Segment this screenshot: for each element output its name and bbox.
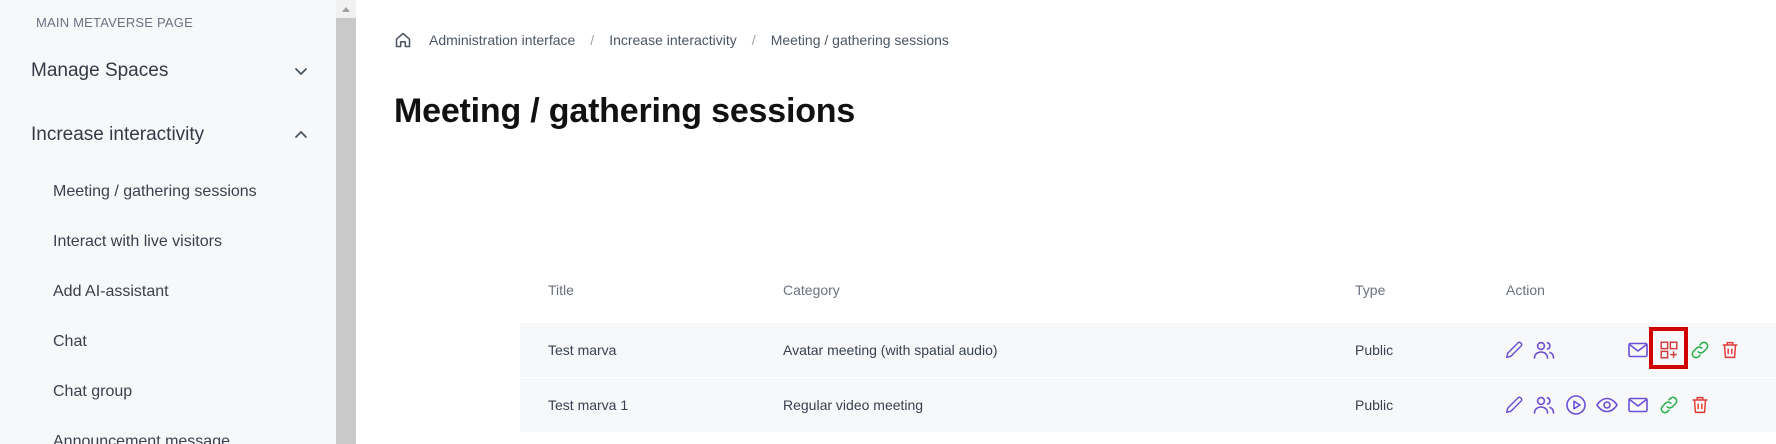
- breadcrumb-item-current: Meeting / gathering sessions: [770, 32, 949, 48]
- users-icon[interactable]: [1532, 338, 1556, 362]
- table-row: Test marva Avatar meeting (with spatial …: [520, 323, 1776, 377]
- sidebar-group-label: Increase interactivity: [31, 124, 205, 145]
- qr-add-icon[interactable]: [1657, 338, 1681, 362]
- cell-title: Test marva 1: [548, 397, 629, 413]
- cell-category: Regular video meeting: [783, 397, 924, 413]
- delete-icon[interactable]: [1718, 338, 1742, 362]
- sidebar: MAIN METAVERSE PAGE Manage Spaces Increa…: [0, 0, 336, 444]
- edit-icon[interactable]: [1502, 393, 1526, 417]
- breadcrumb-item-increase-interactivity[interactable]: Increase interactivity: [609, 32, 737, 48]
- cell-title: Test marva: [548, 342, 617, 358]
- sidebar-group-manage-spaces[interactable]: Manage Spaces: [31, 60, 311, 82]
- chevron-up-icon: [291, 125, 311, 145]
- mail-icon[interactable]: [1626, 393, 1650, 417]
- main-content: Administration interface / Increase inte…: [356, 0, 1776, 444]
- cell-type: Public: [1355, 342, 1394, 358]
- cell-category: Avatar meeting (with spatial audio): [783, 342, 998, 358]
- home-icon[interactable]: [393, 30, 413, 50]
- column-header-type: Type: [1355, 282, 1386, 298]
- play-icon[interactable]: [1564, 393, 1588, 417]
- breadcrumb: Administration interface / Increase inte…: [393, 30, 949, 50]
- page-title: Meeting / gathering sessions: [394, 92, 856, 130]
- sidebar-group-label: Manage Spaces: [31, 60, 169, 81]
- app-root: MAIN METAVERSE PAGE Manage Spaces Increa…: [0, 0, 1776, 444]
- users-icon[interactable]: [1532, 393, 1556, 417]
- sidebar-item-interact-live-visitors[interactable]: Interact with live visitors: [53, 233, 222, 251]
- table-row: Test marva 1 Regular video meeting Publi…: [520, 378, 1776, 432]
- sidebar-item-announcement-message[interactable]: Announcement message: [53, 433, 230, 444]
- mail-icon[interactable]: [1626, 338, 1650, 362]
- delete-icon[interactable]: [1688, 393, 1712, 417]
- sidebar-header: MAIN METAVERSE PAGE: [36, 15, 193, 30]
- sidebar-item-add-ai-assistant[interactable]: Add AI-assistant: [53, 283, 169, 301]
- sidebar-item-chat[interactable]: Chat: [53, 333, 87, 351]
- view-icon[interactable]: [1595, 393, 1619, 417]
- breadcrumb-item-administration[interactable]: Administration interface: [429, 32, 575, 48]
- chevron-down-icon: [291, 61, 311, 81]
- column-header-action: Action: [1506, 282, 1545, 298]
- column-header-category: Category: [783, 282, 840, 298]
- link-icon[interactable]: [1657, 393, 1681, 417]
- scroll-up-arrow-icon[interactable]: [336, 0, 356, 18]
- sidebar-item-meeting-sessions[interactable]: Meeting / gathering sessions: [53, 183, 257, 201]
- link-icon[interactable]: [1688, 338, 1712, 362]
- edit-icon[interactable]: [1502, 338, 1526, 362]
- column-header-title: Title: [548, 282, 574, 298]
- breadcrumb-separator: /: [751, 32, 756, 48]
- sidebar-group-increase-interactivity[interactable]: Increase interactivity: [31, 124, 311, 146]
- sidebar-scrollbar[interactable]: [336, 0, 356, 444]
- cell-type: Public: [1355, 397, 1394, 413]
- breadcrumb-separator: /: [590, 32, 595, 48]
- sidebar-item-chat-group[interactable]: Chat group: [53, 383, 132, 401]
